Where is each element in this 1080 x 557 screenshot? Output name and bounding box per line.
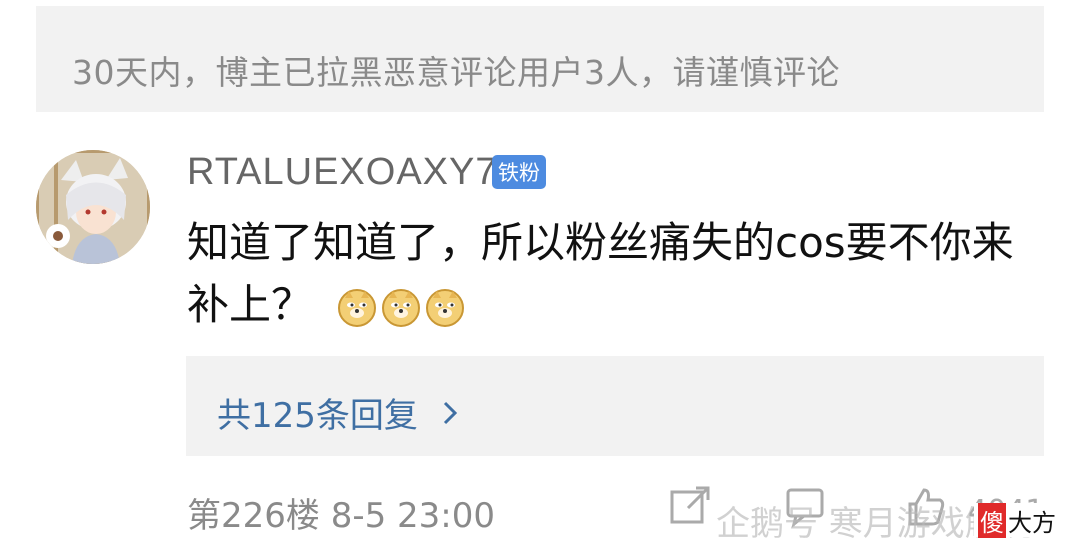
corner-logo: 傻 大方	[974, 502, 1060, 538]
username[interactable]: RTALUEXOAXY7	[187, 151, 498, 194]
view-replies-link[interactable]: 共125条回复	[217, 388, 458, 437]
logo-square: 傻	[978, 502, 1006, 538]
doge-emoji	[426, 288, 465, 327]
avatar[interactable]	[36, 150, 150, 264]
doge-emoji	[382, 288, 421, 327]
fan-badge: 铁粉	[492, 155, 546, 189]
logo-text: 大方	[1008, 508, 1056, 537]
notice-text: 30天内，博主已拉黑恶意评论用户3人，请谨慎评论	[72, 53, 840, 92]
emoji-group	[337, 288, 465, 328]
comment-text: 知道了知道了，所以粉丝痛失的cos要不你来补上？	[187, 218, 1014, 329]
replies-panel[interactable]: 共125条回复	[186, 356, 1044, 456]
replies-count-label: 共125条回复	[217, 396, 418, 436]
comment-meta: 第226楼 8-5 23:00	[187, 496, 496, 536]
blocked-users-notice: 30天内，博主已拉黑恶意评论用户3人，请谨慎评论	[36, 6, 1044, 112]
chevron-right-icon	[443, 401, 458, 424]
avatar-illustration	[36, 150, 150, 264]
doge-emoji	[338, 288, 377, 327]
share-icon[interactable]	[666, 482, 714, 530]
comment-body: 知道了知道了，所以粉丝痛失的cos要不你来补上？	[187, 212, 1047, 336]
